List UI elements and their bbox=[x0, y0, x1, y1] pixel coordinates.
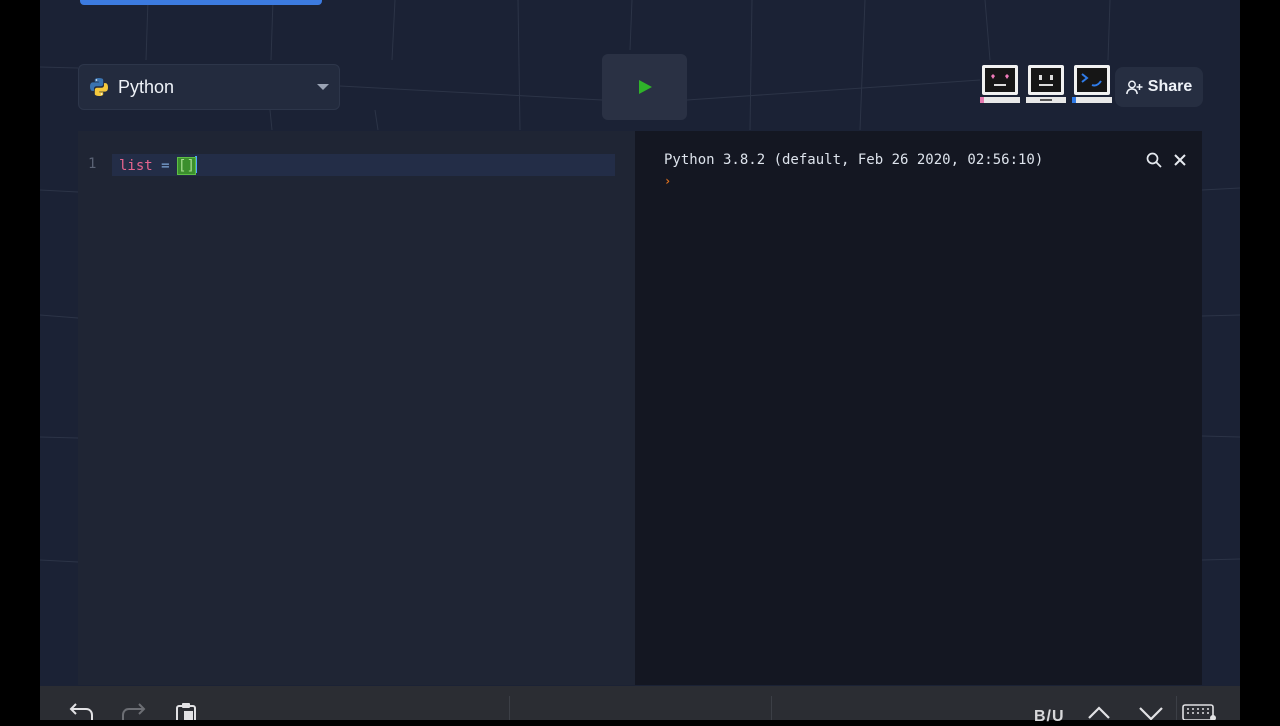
code-line[interactable]: list = [] bbox=[119, 156, 197, 175]
chevron-down-icon bbox=[317, 84, 329, 90]
loading-progress-bar bbox=[80, 0, 322, 5]
console-panel[interactable]: Python 3.8.2 (default, Feb 26 2020, 02:5… bbox=[635, 131, 1202, 685]
caret-up-icon[interactable] bbox=[1087, 702, 1111, 720]
close-icon[interactable] bbox=[1173, 153, 1187, 167]
text-cursor bbox=[194, 156, 197, 173]
share-label: Share bbox=[1147, 78, 1193, 95]
undo-icon[interactable] bbox=[69, 702, 95, 720]
toolbar-divider bbox=[1176, 696, 1177, 720]
console-banner: Python 3.8.2 (default, Feb 26 2020, 02:5… bbox=[664, 152, 1044, 168]
language-label: Python bbox=[118, 76, 175, 97]
add-user-icon bbox=[1125, 80, 1143, 94]
heart-eyes-computer-avatar[interactable] bbox=[980, 63, 1020, 107]
terminal-smile-computer-avatar[interactable] bbox=[1072, 63, 1112, 107]
code-brackets: [] bbox=[177, 157, 196, 175]
paste-icon[interactable] bbox=[174, 702, 200, 720]
collaborator-avatars bbox=[980, 63, 1112, 107]
replit-workspace: Python Share 1 list = [] Python 3.8.2 (d… bbox=[40, 0, 1240, 720]
format-text-button[interactable]: B/U bbox=[1034, 708, 1065, 726]
console-prompt: › bbox=[664, 174, 672, 188]
toolbar-divider bbox=[771, 696, 772, 720]
line-number: 1 bbox=[88, 156, 97, 172]
code-editor[interactable]: 1 list = [] bbox=[78, 131, 635, 685]
caret-down-icon[interactable] bbox=[1138, 702, 1164, 720]
keyboard-icon[interactable] bbox=[1182, 704, 1218, 720]
neutral-face-computer-avatar[interactable] bbox=[1026, 63, 1066, 107]
toolbar-divider bbox=[509, 696, 510, 720]
code-operator: = bbox=[161, 158, 170, 174]
share-button[interactable]: Share bbox=[1115, 67, 1203, 107]
run-button[interactable] bbox=[602, 54, 687, 120]
python-logo-icon bbox=[90, 78, 108, 96]
keyboard-shortcut-bar: B/U bbox=[40, 686, 1240, 725]
code-identifier: list bbox=[119, 158, 153, 174]
redo-icon[interactable] bbox=[120, 702, 146, 720]
play-icon bbox=[638, 80, 652, 94]
search-icon[interactable] bbox=[1146, 152, 1162, 168]
language-selector[interactable]: Python bbox=[78, 64, 340, 110]
